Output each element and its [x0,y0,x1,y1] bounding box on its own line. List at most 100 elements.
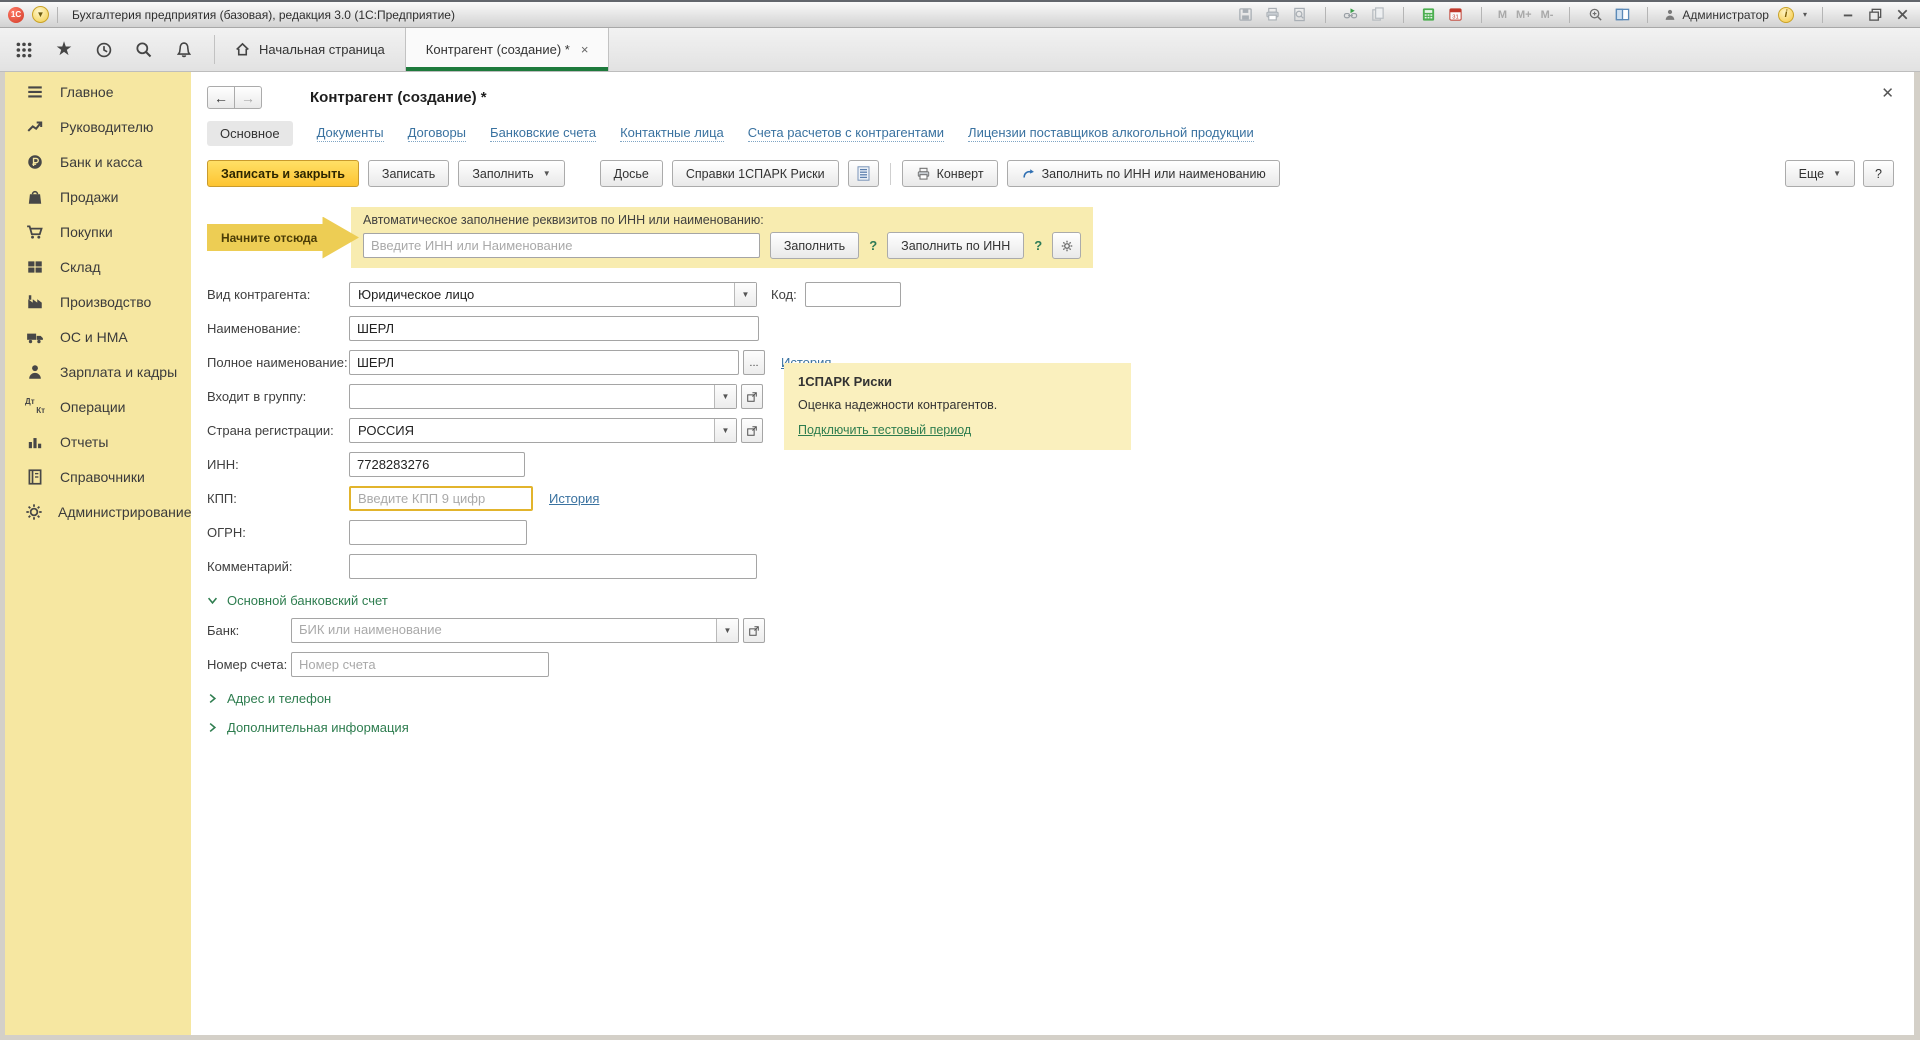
dropdown-caret-icon[interactable]: ▼ [714,419,736,442]
ogrn-input[interactable] [349,520,527,545]
bank-section-toggle[interactable]: Основной банковский счет [207,593,1914,608]
split-window-icon[interactable] [1612,6,1632,24]
fill-by-inn-button[interactable]: Заполнить по ИНН или наименованию [1007,160,1280,187]
calculator-icon[interactable] [1419,6,1439,24]
sidebar-item-label: Зарплата и кадры [60,364,177,380]
spark-reports-button[interactable]: Справки 1СПАРК Риски [672,160,839,187]
group-combobox[interactable]: ▼ [349,384,737,409]
autofill-settings-button[interactable] [1052,232,1081,259]
memory-plus-button[interactable]: M+ [1515,9,1533,21]
dropdown-caret-icon[interactable]: ▼ [714,385,736,408]
sidebar-item-fixed-assets[interactable]: ОС и НМА [5,319,191,354]
sidebar-item-directories[interactable]: Справочники [5,459,191,494]
fill-by-inn-small-button[interactable]: Заполнить по ИНН [887,232,1024,259]
more-button[interactable]: Еще▼ [1785,160,1855,187]
notifications-bell-icon[interactable] [174,40,194,60]
nav-link-bank-accounts[interactable]: Банковские счета [490,125,596,142]
help-button[interactable]: ? [1863,160,1894,187]
dropdown-caret-icon[interactable]: ▼ [716,619,738,642]
print-icon[interactable] [1263,6,1283,24]
sidebar-item-bank-cash[interactable]: Банк и касса [5,144,191,179]
back-button[interactable]: ← [207,86,235,109]
favorites-star-icon[interactable]: ★ [54,40,74,60]
dossier-button[interactable]: Досье [600,160,663,187]
sidebar-item-production[interactable]: Производство [5,284,191,319]
nav-tab-main[interactable]: Основное [207,121,293,146]
name-input[interactable] [349,316,759,341]
save-icon[interactable] [1236,6,1256,24]
group-open-button[interactable] [741,384,763,409]
autofill-help-link[interactable]: ? [869,238,877,253]
country-open-button[interactable] [741,418,763,443]
full-name-input[interactable] [349,350,739,375]
nav-link-alcohol-licenses[interactable]: Лицензии поставщиков алкогольной продукц… [968,125,1254,142]
extra-section-toggle[interactable]: Дополнительная информация [207,720,1914,735]
sidebar-item-main[interactable]: Главное [5,74,191,109]
link-icon[interactable] [1341,6,1361,24]
spark-file-button[interactable] [848,160,879,187]
trend-arrow-icon [25,118,45,136]
user-menu[interactable]: Администратор [1663,8,1769,22]
tab-counterparty[interactable]: Контрагент (создание) * × [405,28,610,71]
forward-button[interactable]: → [234,86,262,109]
sidebar-item-reports[interactable]: Отчеты [5,424,191,459]
nav-link-contacts[interactable]: Контактные лица [620,125,724,142]
country-value: РОССИЯ [350,419,714,442]
account-input[interactable] [291,652,549,677]
spark-title: 1СПАРК Риски [798,374,1117,389]
comment-input[interactable] [349,554,757,579]
full-name-more-button[interactable]: ... [743,350,765,375]
dropdown-caret-icon[interactable]: ▼ [734,283,756,306]
history-icon[interactable] [94,40,114,60]
country-combobox[interactable]: РОССИЯ ▼ [349,418,737,443]
tab-home[interactable]: Начальная страница [215,28,405,71]
inn-input[interactable] [349,452,525,477]
nav-link-documents[interactable]: Документы [317,125,384,142]
sidebar-item-sales[interactable]: Продажи [5,179,191,214]
save-and-close-button[interactable]: Записать и закрыть [207,160,359,187]
main-menu-button[interactable]: ▼ [32,6,49,23]
sidebar-item-salary-hr[interactable]: Зарплата и кадры [5,354,191,389]
sidebar-item-warehouse[interactable]: Склад [5,249,191,284]
save-button[interactable]: Записать [368,160,449,187]
inn-or-name-input[interactable] [363,233,760,258]
minimize-button[interactable] [1838,6,1858,24]
country-label: Страна регистрации: [207,423,349,438]
fill-dropdown-button[interactable]: Заполнить▼ [458,160,564,187]
nav-link-settlement-accounts[interactable]: Счета расчетов с контрагентами [748,125,944,142]
info-button[interactable]: i [1776,6,1796,24]
nav-link-contracts[interactable]: Договоры [408,125,466,142]
bank-input[interactable] [292,619,716,640]
kind-label: Вид контрагента: [207,287,349,302]
gear-icon [1060,239,1074,253]
sidebar-item-manager[interactable]: Руководителю [5,109,191,144]
maximize-button[interactable] [1865,6,1885,24]
address-section-toggle[interactable]: Адрес и телефон [207,691,1914,706]
form-close-icon[interactable]: ✕ [1881,84,1894,102]
user-icon [1663,8,1677,22]
memory-m-button[interactable]: M [1497,9,1508,21]
spark-trial-link[interactable]: Подключить тестовый период [798,423,971,437]
copy-icon[interactable] [1368,6,1388,24]
kpp-history-link[interactable]: История [549,491,599,506]
sidebar-item-operations[interactable]: ДтКтОперации [5,389,191,424]
zoom-icon[interactable] [1585,6,1605,24]
bank-open-button[interactable] [743,618,765,643]
search-icon[interactable] [134,40,154,60]
sidebar-item-purchases[interactable]: Покупки [5,214,191,249]
code-input[interactable] [805,282,901,307]
kind-combobox[interactable]: Юридическое лицо ▼ [349,282,757,307]
chevron-down-icon[interactable]: ▾ [1803,10,1807,19]
tab-close-icon[interactable]: × [581,42,589,57]
autofill-fill-button[interactable]: Заполнить [770,232,859,259]
sidebar-item-administration[interactable]: Администрирование [5,494,191,529]
memory-minus-button[interactable]: M- [1540,9,1555,21]
close-window-button[interactable] [1892,6,1912,24]
envelope-button[interactable]: Конверт [902,160,998,187]
kpp-input[interactable] [349,486,533,511]
bank-combobox[interactable]: ▼ [291,618,739,643]
fill-by-inn-help-link[interactable]: ? [1034,238,1042,253]
calendar-icon[interactable]: 31 [1446,6,1466,24]
print-preview-icon[interactable] [1290,6,1310,24]
tools-grid-icon[interactable] [14,40,34,60]
